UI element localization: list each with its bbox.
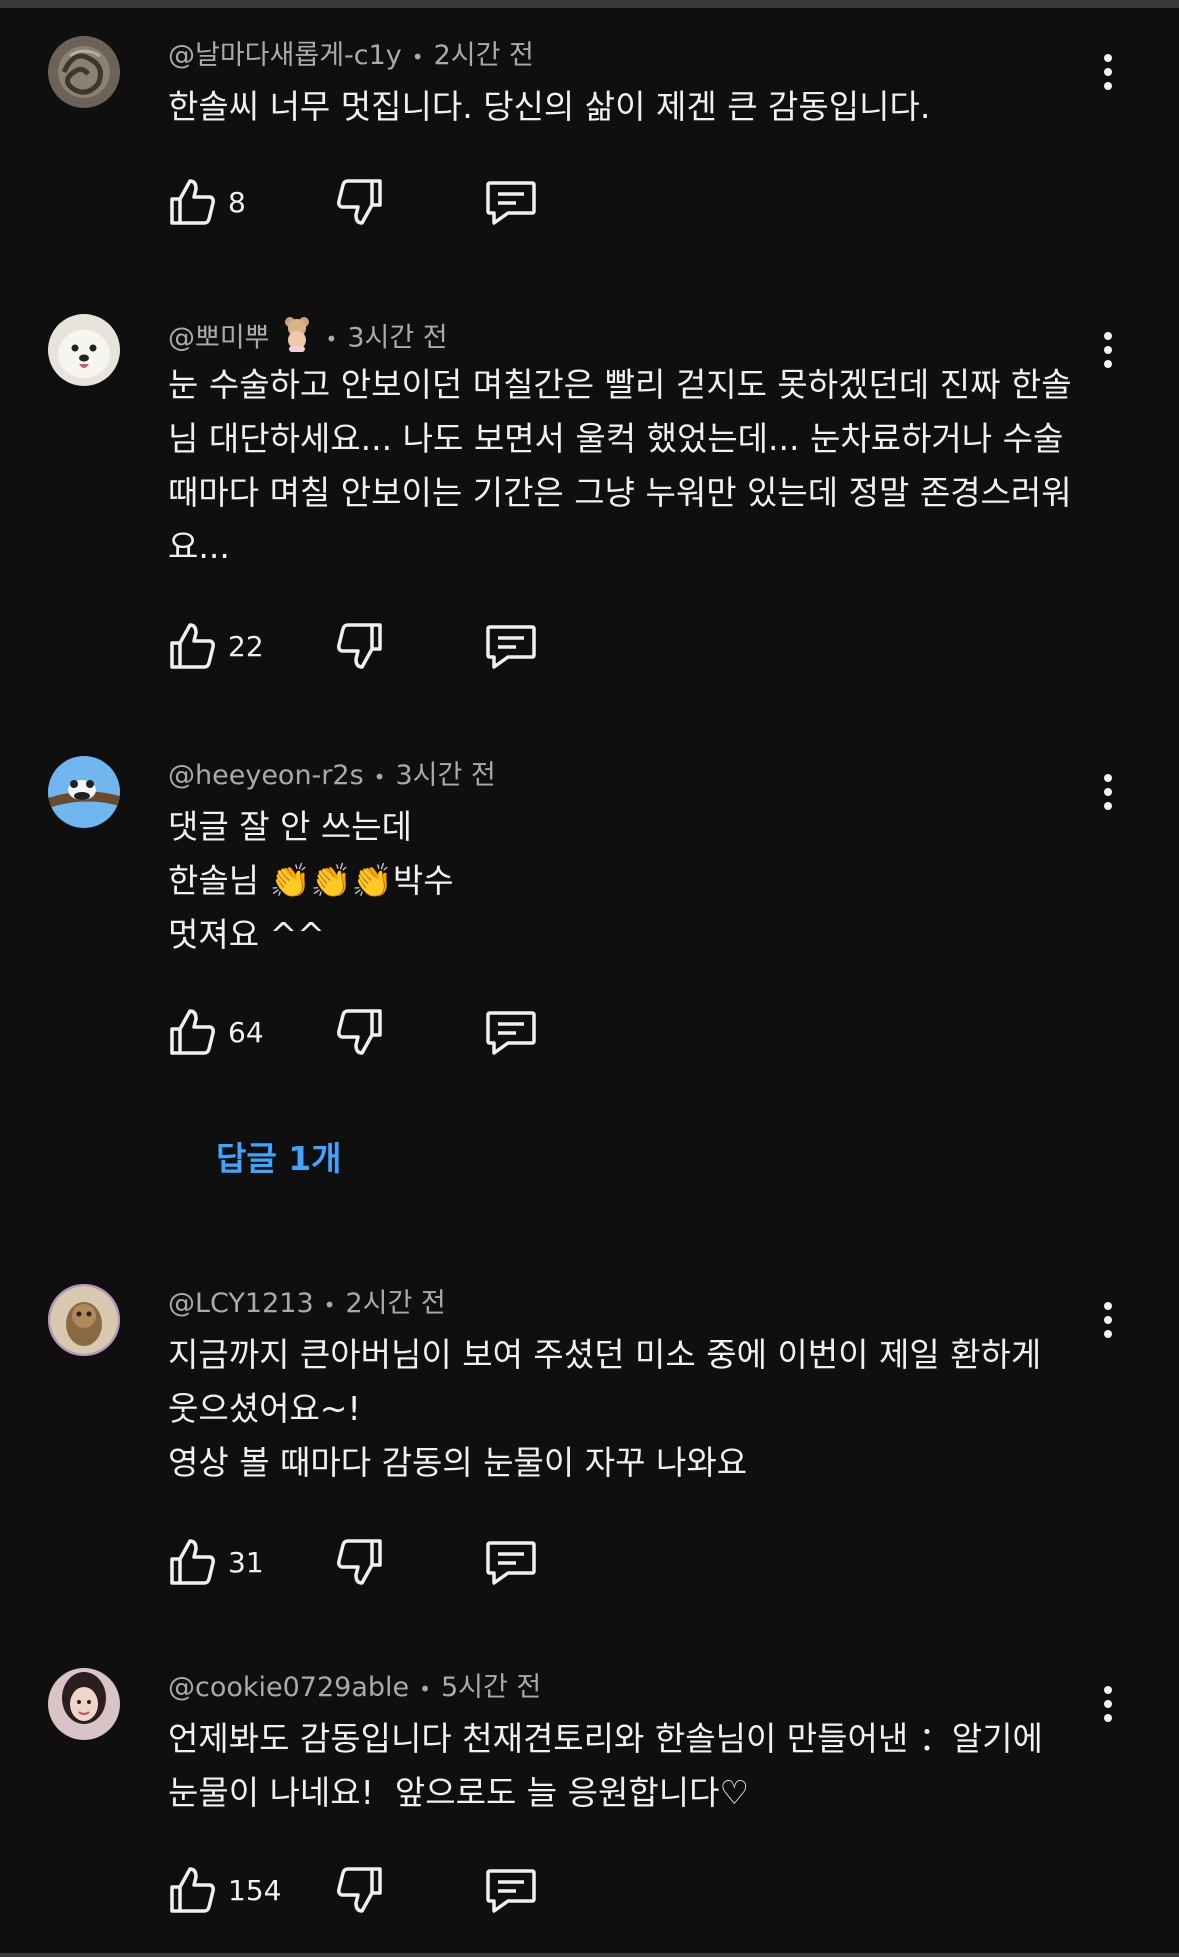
separator-dot: • <box>323 1292 336 1317</box>
dislike-button[interactable] <box>336 1004 384 1060</box>
like-count: 31 <box>228 1545 264 1579</box>
like-count: 22 <box>228 629 264 663</box>
comment-icon <box>486 1869 536 1913</box>
thumbs-up-icon <box>170 623 215 669</box>
comment-text: 언제봐도 감동입니다 천재견토리와 한솔님이 만들어낸 ：알기에 눈물이 나네요… <box>168 1719 1043 1812</box>
thumbs-down-icon <box>337 623 382 669</box>
comment-time: 3시간 전 <box>347 322 448 354</box>
thumbs-down-icon <box>337 1009 382 1055</box>
reply-button[interactable] <box>484 618 538 674</box>
like-button[interactable]: 8 <box>168 174 246 230</box>
comment-text: 지금까지 큰아버님이 보여 주셨던 미소 중에 이번이 제일 환하게 웃으셨어요… <box>168 1335 1042 1482</box>
thumbs-down-icon <box>337 179 382 225</box>
thumbs-down-icon <box>337 1867 382 1913</box>
dislike-button[interactable] <box>336 174 384 230</box>
comment-time: 3시간 전 <box>395 760 496 791</box>
comment-time: 2시간 전 <box>433 40 534 71</box>
comment-author[interactable]: @날마다새롭게-c1y <box>168 40 402 71</box>
like-button[interactable]: 22 <box>168 618 264 674</box>
separator-dot: • <box>325 327 338 351</box>
reply-button[interactable] <box>484 1004 538 1060</box>
thumbs-up-icon <box>170 179 215 225</box>
like-button[interactable]: 31 <box>168 1534 264 1590</box>
like-count: 8 <box>228 185 246 219</box>
teddy-bear-emoji-icon <box>278 314 316 364</box>
more-vert-icon[interactable] <box>1090 322 1126 378</box>
dislike-button[interactable] <box>336 618 384 674</box>
comment-meta: @heeyeon-r2s • 3시간 전 <box>168 756 496 796</box>
like-button[interactable]: 154 <box>168 1862 281 1918</box>
comment-icon <box>486 181 536 225</box>
separator-dot: • <box>419 1676 431 1701</box>
like-count: 154 <box>228 1873 282 1907</box>
comment-time: 2시간 전 <box>345 1288 446 1319</box>
top-divider <box>0 0 1179 8</box>
avatar[interactable] <box>48 1668 120 1740</box>
comment-icon <box>486 1541 536 1585</box>
reply-button[interactable] <box>484 1862 538 1918</box>
view-replies-button[interactable]: 답글 1개 <box>216 1132 342 1180</box>
comment-meta: @뽀미뿌 • 3시간 전 <box>168 314 448 354</box>
more-vert-icon[interactable] <box>1090 1292 1126 1348</box>
comment-time: 5시간 전 <box>440 1672 542 1703</box>
comment-author[interactable]: @뽀미뿌 <box>168 323 270 354</box>
comment-author[interactable]: @cookie0729able <box>168 1672 409 1703</box>
more-vert-icon[interactable] <box>1090 764 1126 820</box>
reply-button[interactable] <box>484 1534 538 1590</box>
dislike-button[interactable] <box>336 1862 384 1918</box>
comment-meta: @LCY1213 • 2시간 전 <box>168 1284 446 1324</box>
thumbs-up-icon <box>170 1539 215 1585</box>
comment-text: 댓글 잘 안 쓰는데 한솔님 👏👏👏박수 멋져요 ^^ <box>168 807 454 954</box>
like-button[interactable]: 64 <box>168 1004 264 1060</box>
avatar[interactable] <box>48 756 120 828</box>
avatar[interactable] <box>48 1284 120 1356</box>
bottom-divider <box>0 1953 1179 1957</box>
comment-meta: @cookie0729able • 5시간 전 <box>168 1668 541 1708</box>
dislike-button[interactable] <box>336 1534 384 1590</box>
comment-author[interactable]: @LCY1213 <box>168 1288 314 1319</box>
comment-meta: @날마다새롭게-c1y • 2시간 전 <box>168 36 534 76</box>
like-count: 64 <box>228 1015 264 1049</box>
avatar[interactable] <box>48 314 120 386</box>
more-vert-icon[interactable] <box>1090 44 1126 100</box>
thumbs-up-icon <box>170 1009 215 1055</box>
comment-text: 눈 수술하고 안보이던 며칠간은 빨리 걷지도 못하겠던데 진짜 한솔 님 대단… <box>168 365 1072 566</box>
comment-icon <box>486 1011 536 1055</box>
more-vert-icon[interactable] <box>1090 1676 1126 1732</box>
comment-text: 한솔씨 너무 멋집니다. 당신의 삶이 제겐 큰 감동입니다. <box>168 87 931 126</box>
reply-button[interactable] <box>484 174 538 230</box>
comment-icon <box>486 625 536 669</box>
separator-dot: • <box>373 764 386 789</box>
thumbs-up-icon <box>170 1867 215 1913</box>
comment-author[interactable]: @heeyeon-r2s <box>168 760 364 791</box>
thumbs-down-icon <box>337 1539 382 1585</box>
separator-dot: • <box>411 44 424 69</box>
avatar[interactable] <box>48 36 120 108</box>
